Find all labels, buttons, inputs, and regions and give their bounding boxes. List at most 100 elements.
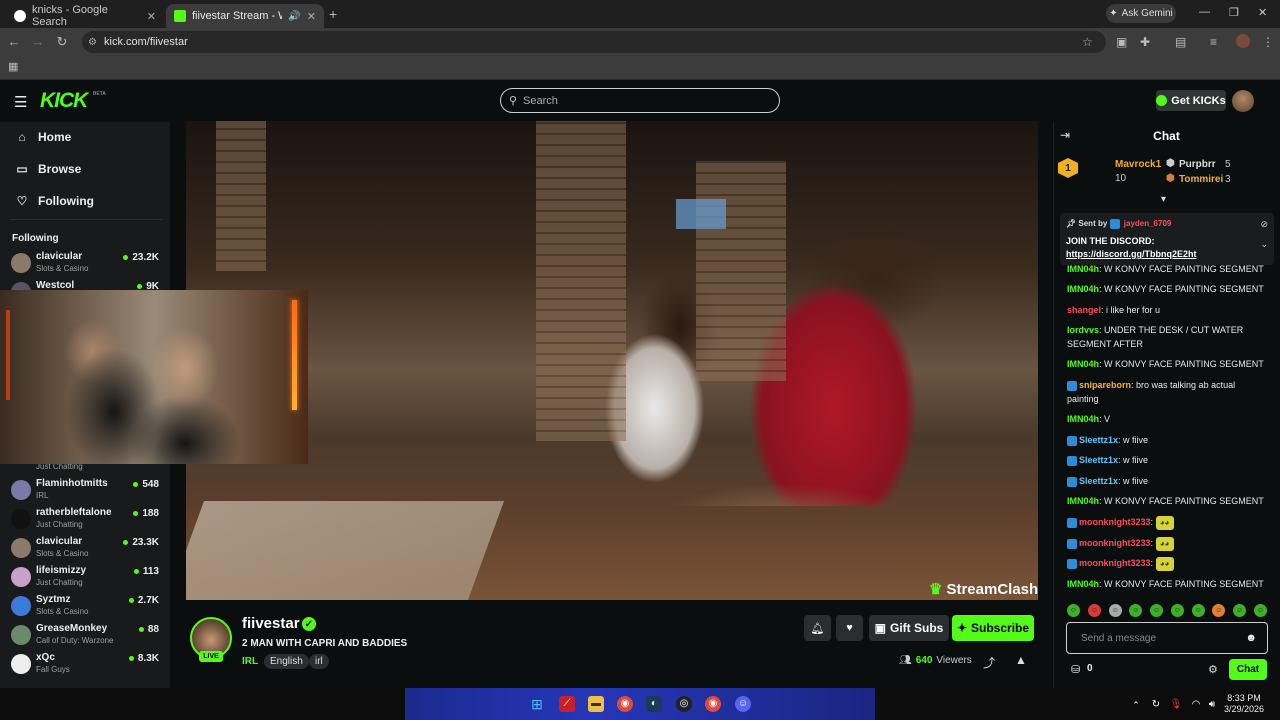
back-icon[interactable]: ← (6, 34, 22, 49)
chat-username[interactable]: Sleettz1x (1079, 435, 1118, 445)
new-tab-button[interactable]: + (329, 6, 337, 22)
close-icon[interactable]: ✕ (307, 10, 316, 23)
site-info-icon[interactable]: ⚙ (88, 37, 97, 48)
chat-username[interactable]: IMN04h (1067, 284, 1099, 294)
chat-username[interactable]: IMN04h (1067, 496, 1099, 506)
chat-username[interactable]: moonknight3233 (1079, 558, 1151, 568)
emoji-picker-icon[interactable]: ☻ (1245, 632, 1257, 644)
sidebar-item-following[interactable]: ♡ Following (16, 194, 94, 208)
forward-icon[interactable]: → (30, 34, 46, 49)
speaker-icon[interactable]: 🔊 (288, 11, 300, 22)
close-icon[interactable]: ✕ (147, 10, 156, 23)
wifi-icon[interactable]: ◠ (1188, 697, 1204, 713)
pinned-message[interactable]: 📌︎ Sent by jayden_6709 JOIN THE DISCORD:… (1060, 213, 1274, 265)
file-explorer-icon[interactable]: ▬ (588, 696, 604, 712)
send-chat-button[interactable]: Chat (1229, 659, 1267, 680)
sidebar-channel[interactable]: ratherbleftalone Just Chatting 188 (11, 505, 161, 534)
chat-username[interactable]: Sleettz1x (1079, 476, 1118, 486)
chevron-down-icon[interactable]: ⌄ (1260, 239, 1268, 250)
menu-dots-icon[interactable]: ⋮ (1262, 35, 1274, 49)
bookmark-star-icon[interactable]: ☆ (1082, 35, 1093, 49)
side-panel-icon[interactable]: ▤ (1175, 35, 1186, 49)
chat-username[interactable]: snipareborn (1079, 380, 1131, 390)
leader-name[interactable]: Tommirei (1179, 174, 1223, 185)
leader-name[interactable]: Mavrock1 (1115, 159, 1161, 170)
system-clock[interactable]: 8:33 PM 3/29/2026 (1224, 693, 1264, 715)
tab-fiivestar[interactable]: fiivestar Stream - Watch Liv 🔊 ✕ (166, 4, 324, 28)
chat-username[interactable]: IMN04h (1067, 414, 1099, 424)
follow-heart-button[interactable]: ♥ (836, 615, 863, 641)
streamer-name[interactable]: fiivestar (242, 615, 300, 632)
sidebar-channel[interactable]: clavicular Slots & Casino 23.3K (11, 534, 161, 563)
maximize-icon[interactable]: ❐ (1229, 6, 1239, 19)
emote-icon[interactable]: ☺ (1067, 604, 1080, 617)
obs-icon[interactable]: ◎ (676, 696, 692, 712)
chrome-icon[interactable]: ◉ (705, 696, 721, 712)
expand-leaderboard-icon[interactable]: ▾ (1161, 194, 1166, 205)
sidebar-item-browse[interactable]: ▭ Browse (16, 162, 81, 176)
tab-google-search[interactable]: knicks - Google Search ✕ (6, 4, 164, 28)
gift-subs-button[interactable]: ▣ Gift Subs (869, 615, 949, 641)
close-window-icon[interactable]: ✕ (1258, 6, 1267, 19)
emote-icon[interactable]: ☺ (1253, 604, 1267, 617)
app-icon[interactable]: ⟋ (559, 696, 575, 712)
chat-username[interactable]: lordvvs (1067, 325, 1099, 335)
extension-icon[interactable]: ▣ (1116, 35, 1127, 49)
volume-icon[interactable]: 🔊︎ (1204, 697, 1220, 713)
emote-icon[interactable]: ☺ (1108, 604, 1122, 617)
apps-grid-icon[interactable]: ▦ (8, 60, 18, 73)
chat-username[interactable]: IMN04h (1067, 359, 1099, 369)
unpin-icon[interactable]: ⊘ (1260, 219, 1268, 230)
subscribe-button[interactable]: ✦ Subscribe (952, 615, 1034, 641)
chat-username[interactable]: IMN04h (1067, 579, 1099, 589)
emote-icon[interactable]: ☺ (1150, 604, 1164, 617)
emote-icon[interactable]: ☺ (1087, 604, 1101, 617)
sidebar-item-home[interactable]: ⌂ Home (16, 130, 71, 144)
hamburger-menu-icon[interactable]: ☰ (14, 93, 27, 111)
sidebar-channel[interactable]: Flaminhotmitts IRL 548 (11, 476, 161, 505)
sidebar-channel[interactable]: xQc Fall Guys 8.3K (11, 650, 161, 679)
windows-start-icon[interactable]: ⊞ (529, 696, 545, 712)
puzzle-icon[interactable]: ✚ (1140, 35, 1150, 49)
emote-icon[interactable]: ☺ (1191, 604, 1205, 617)
kicks-wallet-icon[interactable]: ⛁ (1071, 663, 1080, 676)
chat-username[interactable]: shangel (1067, 305, 1101, 315)
chat-username[interactable]: moonknight3233 (1079, 517, 1151, 527)
search-input[interactable]: ⚲ Search (500, 88, 780, 113)
emote-icon[interactable]: ☺ (1170, 604, 1184, 617)
tag-irl[interactable]: irl (309, 654, 329, 669)
stream-category[interactable]: IRL (242, 656, 258, 667)
profile-avatar[interactable] (1236, 34, 1250, 48)
sidebar-channel[interactable]: Syztmz Slots & Casino 2.7K (11, 592, 161, 621)
webcam-overlay[interactable] (0, 290, 308, 464)
user-avatar[interactable] (1232, 90, 1254, 112)
minimize-icon[interactable]: — (1199, 6, 1210, 18)
report-icon[interactable]: ▲ (1015, 653, 1027, 667)
discord-icon[interactable]: ☺ (735, 696, 751, 712)
share-icon[interactable]: ⤴ (983, 654, 995, 671)
chat-username[interactable]: moonknight3233 (1079, 538, 1151, 548)
ask-gemini-button[interactable]: ✦ Ask Gemini (1106, 4, 1176, 23)
microphone-icon[interactable]: 🎙︎ (1168, 697, 1184, 713)
sidebar-channel[interactable]: lifeismizzy Just Chatting 113 (11, 563, 161, 592)
tray-chevron-icon[interactable]: ⌃ (1128, 697, 1144, 713)
reading-list-icon[interactable]: ≡ (1210, 35, 1217, 49)
sidebar-channel[interactable]: clavicular Slots & Casino 23.2K (11, 249, 161, 278)
discord-link[interactable]: https://discord.gg/Tbbnq2E2ht (1066, 249, 1197, 259)
get-kicks-button[interactable]: Get KICKs (1156, 90, 1226, 111)
chat-username[interactable]: Sleettz1x (1079, 455, 1118, 465)
steam-icon[interactable]: ◐ (646, 696, 662, 712)
emote-icon[interactable]: ☺ (1129, 604, 1143, 617)
chat-message-input[interactable]: Send a message ☻ (1066, 622, 1268, 654)
video-player[interactable] (186, 121, 1038, 600)
leader-name[interactable]: Purpbrr (1179, 159, 1216, 170)
reload-icon[interactable]: ↻ (54, 34, 70, 50)
chat-settings-icon[interactable]: ⚙ (1208, 663, 1218, 676)
sidebar-channel[interactable]: GreaseMonkey Call of Duty: Warzone 88 (11, 621, 161, 650)
tag-english[interactable]: English (264, 654, 309, 669)
chat-username[interactable]: IMN04h (1067, 264, 1099, 274)
tray-app-icon[interactable]: ↻ (1148, 697, 1164, 713)
notification-bell-button[interactable]: 🔔︎ (804, 615, 831, 641)
emote-icon[interactable]: ☺ (1212, 604, 1226, 617)
emote-icon[interactable]: ☺ (1233, 604, 1247, 617)
